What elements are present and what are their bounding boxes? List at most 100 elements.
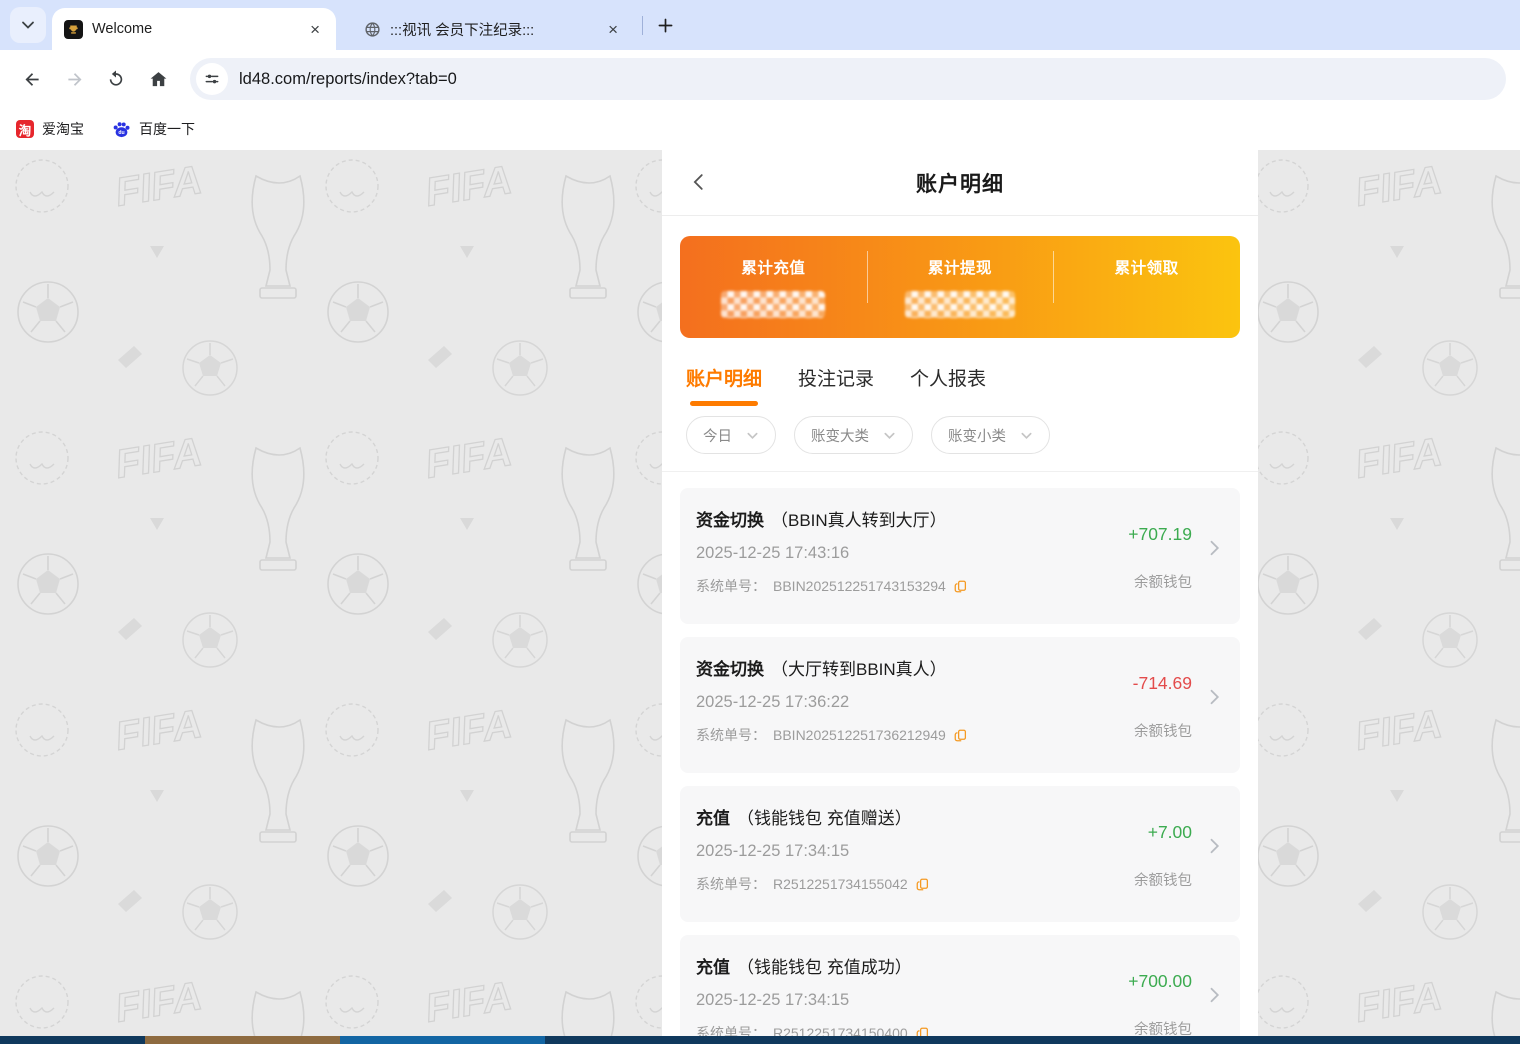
order-number: R2512251734150400	[773, 1025, 908, 1036]
reload-button[interactable]	[98, 61, 134, 97]
tab-search-button[interactable]	[10, 7, 46, 43]
taskbar-edge	[0, 1036, 1520, 1044]
chevron-down-icon	[1021, 432, 1032, 439]
transaction-time: 2025-12-25 17:36:22	[696, 693, 850, 711]
back-icon[interactable]	[688, 171, 710, 198]
amount: +700.00	[1128, 971, 1192, 991]
filter-row: 今日 账变大类 账变小类	[662, 406, 1258, 472]
wallet-label: 余额钱包	[1134, 575, 1192, 591]
transaction-detail: （钱能钱包 充值成功）	[737, 958, 912, 977]
report-tab[interactable]: 投注记录	[798, 364, 874, 406]
chevron-right-icon[interactable]	[1204, 836, 1224, 856]
browser-tab-strip: Welcome × :::视讯 会员下注纪录::: ×	[0, 0, 1520, 50]
copy-icon[interactable]	[953, 728, 968, 743]
baidu-paw-icon: du	[113, 121, 130, 137]
summary-label: 累计提现	[928, 260, 993, 277]
new-tab-button[interactable]	[652, 12, 678, 38]
address-bar[interactable]: ld48.com/reports/index?tab=0	[190, 58, 1506, 100]
transaction-row[interactable]: 资金切换 （大厅转到BBIN真人） 2025-12-25 17:36:22 系统单…	[680, 637, 1240, 773]
amount: +707.19	[1128, 524, 1192, 544]
transaction-detail: （钱能钱包 充值赠送）	[737, 809, 912, 828]
order-number: R2512251734155042	[773, 876, 908, 892]
bookmarks-bar: 淘 爱淘宝 du 百度一下	[0, 108, 1520, 150]
panel-header: 账户明细	[662, 150, 1258, 216]
transaction-time: 2025-12-25 17:34:15	[696, 842, 850, 860]
tab-separator	[642, 16, 643, 35]
browser-toolbar: ld48.com/reports/index?tab=0	[0, 50, 1520, 108]
transaction-type: 充值	[696, 809, 730, 828]
browser-tab-records[interactable]: :::视讯 会员下注纪录::: ×	[352, 8, 634, 50]
summary-column: 累计领取	[1053, 236, 1240, 338]
filter-dropdown[interactable]: 账变大类	[794, 416, 913, 454]
copy-icon[interactable]	[915, 877, 930, 892]
forward-button[interactable]	[56, 61, 92, 97]
transaction-detail: （BBIN真人转到大厅）	[771, 511, 947, 530]
filter-label: 账变大类	[811, 428, 869, 445]
transaction-time: 2025-12-25 17:43:16	[696, 544, 850, 562]
amount: -714.69	[1132, 673, 1192, 693]
filter-dropdown[interactable]: 今日	[686, 416, 776, 454]
order-prefix: 系统单号：	[696, 578, 766, 594]
account-detail-panel: 账户明细 累计充值 累计提现 累计领取 账户明细 投注记录 个人报表 今日 账变大类	[662, 150, 1258, 1036]
chevron-right-icon[interactable]	[1204, 538, 1224, 558]
summary-column: 累计提现	[866, 236, 1054, 338]
order-prefix: 系统单号：	[696, 876, 766, 892]
order-number: BBIN202512251743153294	[773, 578, 946, 594]
tab-title: Welcome	[92, 21, 153, 37]
chevron-right-icon[interactable]	[1204, 687, 1224, 707]
transaction-row[interactable]: 资金切换 （BBIN真人转到大厅） 2025-12-25 17:43:16 系统单…	[680, 488, 1240, 624]
report-tab[interactable]: 账户明细	[686, 364, 762, 406]
taobao-icon: 淘	[16, 120, 34, 138]
report-tabs: 账户明细 投注记录 个人报表	[662, 338, 1258, 406]
summary-card: 累计充值 累计提现 累计领取	[680, 236, 1240, 338]
order-number: BBIN202512251736212949	[773, 727, 946, 743]
filter-label: 账变小类	[948, 428, 1006, 445]
transaction-detail: （大厅转到BBIN真人）	[771, 660, 947, 679]
taskbar-segment	[340, 1036, 545, 1044]
transaction-type: 资金切换	[696, 511, 764, 530]
transaction-type: 资金切换	[696, 660, 764, 679]
blurred-value	[905, 291, 1015, 318]
page-title: 账户明细	[916, 172, 1004, 196]
summary-label: 累计充值	[741, 260, 806, 277]
chevron-down-icon	[22, 21, 34, 29]
transaction-row[interactable]: 充值 （钱能钱包 充值成功） 2025-12-25 17:34:15 系统单号： R…	[680, 935, 1240, 1036]
globe-icon	[365, 21, 380, 37]
chevron-down-icon	[884, 432, 895, 439]
copy-icon[interactable]	[953, 579, 968, 594]
transaction-title: 充值 （钱能钱包 充值赠送）	[696, 804, 1224, 829]
url-text: ld48.com/reports/index?tab=0	[239, 69, 457, 88]
tab-title: :::视讯 会员下注纪录:::	[390, 22, 535, 39]
bookmark-label: 百度一下	[139, 121, 195, 137]
transaction-time: 2025-12-25 17:34:15	[696, 991, 850, 1009]
chevron-right-icon[interactable]	[1204, 985, 1224, 1005]
wallet-label: 余额钱包	[1134, 873, 1192, 889]
svg-text:du: du	[118, 130, 124, 136]
tab-close-icon[interactable]: ×	[306, 19, 324, 40]
home-button[interactable]	[140, 61, 176, 97]
bookmark-baidu[interactable]: du 百度一下	[112, 119, 195, 139]
chevron-down-icon	[747, 432, 758, 439]
site-favicon-icon	[64, 19, 83, 39]
back-button[interactable]	[14, 61, 50, 97]
transaction-type: 充值	[696, 958, 730, 977]
filter-label: 今日	[703, 428, 732, 445]
browser-tab-welcome[interactable]: Welcome ×	[52, 8, 336, 50]
bookmark-label: 爱淘宝	[42, 121, 84, 137]
site-settings-icon[interactable]	[196, 63, 228, 95]
tab-close-icon[interactable]: ×	[604, 19, 622, 40]
filter-dropdown[interactable]: 账变小类	[931, 416, 1050, 454]
summary-column: 累计充值	[680, 236, 867, 338]
bookmark-taobao[interactable]: 淘 爱淘宝	[16, 119, 84, 139]
order-prefix: 系统单号：	[696, 1025, 766, 1036]
report-tab[interactable]: 个人报表	[910, 364, 986, 406]
taskbar-segment	[145, 1036, 340, 1044]
amount: +7.00	[1147, 822, 1192, 842]
copy-icon[interactable]	[915, 1026, 930, 1037]
summary-label: 累计领取	[1114, 260, 1179, 277]
wallet-label: 余额钱包	[1134, 1022, 1192, 1036]
order-prefix: 系统单号：	[696, 727, 766, 743]
transaction-row[interactable]: 充值 （钱能钱包 充值赠送） 2025-12-25 17:34:15 系统单号： R…	[680, 786, 1240, 922]
wallet-label: 余额钱包	[1134, 724, 1192, 740]
transaction-list: 资金切换 （BBIN真人转到大厅） 2025-12-25 17:43:16 系统单…	[662, 472, 1258, 1036]
